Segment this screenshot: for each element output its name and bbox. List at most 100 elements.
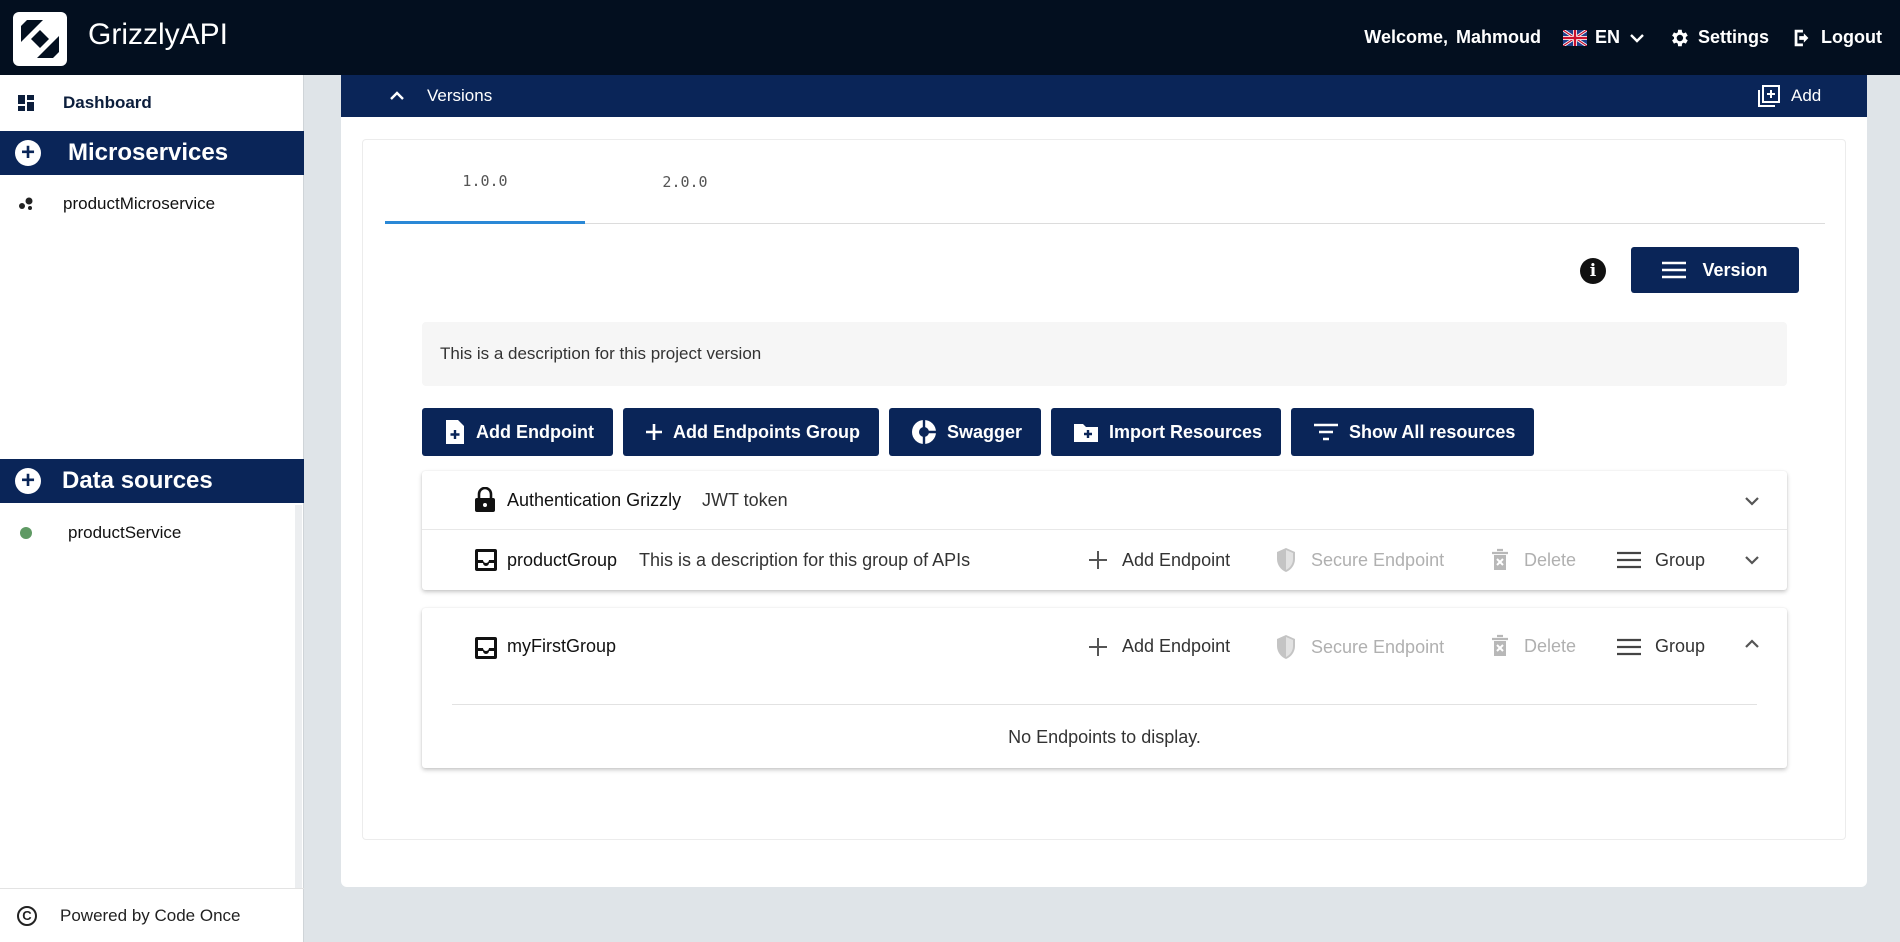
group-secure-endpoint-label: Secure Endpoint xyxy=(1311,549,1445,570)
group-secure-endpoint-button[interactable]: Secure Endpoint xyxy=(1275,547,1444,573)
delete-icon xyxy=(1492,634,1508,656)
sidebar-item-productservice[interactable]: productService xyxy=(0,515,304,551)
add-microservice-icon[interactable]: + xyxy=(15,140,41,166)
sidebar-item-label: productService xyxy=(68,523,182,542)
version-tabs: 1.0.0 2.0.0 xyxy=(385,140,1825,224)
import-resources-button[interactable]: Import Resources xyxy=(1050,408,1282,456)
lock-icon xyxy=(475,487,495,512)
library-add-icon xyxy=(1758,85,1780,107)
app-title: GrizzlyAPI xyxy=(88,18,229,51)
auth-and-group-panel: Authentication Grizzly JWT token product… xyxy=(422,471,1787,590)
logout-button[interactable]: Logout xyxy=(1791,27,1882,49)
version-menu-button[interactable]: Version xyxy=(1631,247,1799,293)
datasources-header[interactable]: + Data sources xyxy=(0,459,304,503)
auth-type: JWT token xyxy=(702,489,788,510)
uk-flag-icon xyxy=(1562,29,1587,46)
sidebar-item-label: Dashboard xyxy=(63,93,152,112)
datasources-header-label: Data sources xyxy=(62,467,213,494)
microservices-header-label: Microservices xyxy=(68,139,229,166)
group-name: productGroup xyxy=(507,549,618,570)
auth-name: Authentication Grizzly xyxy=(507,489,682,510)
versions-card: Versions Add 1.0.0 2.0.0 i Version This … xyxy=(341,75,1867,887)
sidebar: Dashboard + Microservices productMicrose… xyxy=(0,75,304,942)
group-secure-endpoint-label: Secure Endpoint xyxy=(1311,636,1445,657)
gear-icon xyxy=(1672,29,1688,46)
version-description: This is a description for this project v… xyxy=(422,322,1787,386)
group-menu-button[interactable]: Group xyxy=(1617,636,1705,657)
tab-version-1-0-0[interactable]: 1.0.0 xyxy=(385,140,585,224)
add-endpoint-button[interactable]: Add Endpoint xyxy=(422,408,613,456)
note-add-icon xyxy=(446,420,464,444)
sidebar-scrollbar[interactable] xyxy=(295,505,302,888)
sidebar-footer: C Powered by Code Once xyxy=(0,888,304,942)
group-delete-button[interactable]: Delete xyxy=(1490,548,1576,572)
chevron-up-icon[interactable] xyxy=(1742,634,1762,654)
group-delete-label: Delete xyxy=(1524,549,1577,570)
info-icon[interactable]: i xyxy=(1580,258,1606,284)
import-resources-label: Import Resources xyxy=(1108,421,1263,442)
user-name: Mahmoud xyxy=(1455,27,1541,47)
logout-icon xyxy=(1794,29,1809,46)
group-menu-label: Group xyxy=(1655,636,1706,656)
status-dot-icon xyxy=(20,527,32,539)
settings-label: Settings xyxy=(1698,27,1770,47)
group-row-myfirstgroup[interactable]: myFirstGroup Add Endpoint Secure Endpoin… xyxy=(422,608,1787,688)
powered-by-text: Powered by Code Once xyxy=(60,905,241,925)
action-toolbar: Add Endpoint Add Endpoints Group Swagger… xyxy=(422,408,1535,456)
version-button-label: Version xyxy=(1702,259,1768,280)
shield-icon xyxy=(1277,635,1295,659)
sidebar-item-productmicroservice[interactable]: productMicroservice xyxy=(0,186,304,222)
group-add-endpoint-label: Add Endpoint xyxy=(1122,636,1231,656)
tab-version-2-0-0[interactable]: 2.0.0 xyxy=(585,140,785,224)
menu-icon xyxy=(1617,551,1641,569)
divider xyxy=(452,704,1757,705)
group-description: This is a description for this group of … xyxy=(639,549,971,570)
sidebar-item-dashboard[interactable]: Dashboard xyxy=(0,75,304,131)
group-delete-label: Delete xyxy=(1524,635,1577,656)
microservices-header[interactable]: + Microservices xyxy=(0,131,304,175)
group-menu-button[interactable]: Group xyxy=(1617,550,1705,571)
group-add-endpoint-button[interactable]: Add Endpoint xyxy=(1088,550,1230,571)
create-folder-icon xyxy=(1073,424,1098,442)
group-menu-label: Group xyxy=(1655,549,1706,570)
chevron-down-icon xyxy=(1630,33,1644,43)
group-name: myFirstGroup xyxy=(507,636,617,656)
chevron-down-icon[interactable] xyxy=(1742,491,1762,511)
sidebar-item-label: productMicroservice xyxy=(63,194,216,213)
add-datasource-icon[interactable]: + xyxy=(15,468,41,494)
versions-header[interactable]: Versions Add xyxy=(341,75,1867,117)
add-endpoints-group-button[interactable]: Add Endpoints Group xyxy=(622,408,879,456)
welcome-text: Welcome, Mahmoud xyxy=(1364,27,1541,48)
group-row-productgroup[interactable]: productGroup This is a description for t… xyxy=(422,530,1787,590)
authentication-row[interactable]: Authentication Grizzly JWT token xyxy=(422,471,1787,530)
empty-endpoints-message: No Endpoints to display. xyxy=(1008,727,1201,747)
show-all-resources-label: Show All resources xyxy=(1349,421,1516,442)
add-version-button[interactable]: Add xyxy=(1757,84,1821,108)
group-secure-endpoint-button[interactable]: Secure Endpoint xyxy=(1275,634,1444,660)
language-selector[interactable]: EN xyxy=(1562,27,1646,48)
settings-button[interactable]: Settings xyxy=(1668,27,1769,49)
inbox-icon xyxy=(475,637,497,659)
group-panel-myfirstgroup: myFirstGroup Add Endpoint Secure Endpoin… xyxy=(422,608,1787,768)
swagger-icon xyxy=(911,420,936,444)
delete-icon xyxy=(1492,548,1508,570)
menu-icon xyxy=(1617,638,1641,655)
group-delete-button[interactable]: Delete xyxy=(1490,634,1576,658)
group-add-endpoint-button[interactable]: Add Endpoint xyxy=(1088,636,1230,657)
copyright-icon: C xyxy=(17,905,37,926)
top-bar: GrizzlyAPI Welcome, Mahmoud EN Settings xyxy=(0,0,1900,75)
swagger-label: Swagger xyxy=(946,421,1022,442)
versions-title: Versions xyxy=(427,86,493,105)
add-version-label: Add xyxy=(1791,86,1822,105)
inbox-icon xyxy=(475,549,497,571)
chevron-up-icon[interactable] xyxy=(389,88,405,104)
filter-list-icon xyxy=(1314,423,1339,441)
swagger-button[interactable]: Swagger xyxy=(888,408,1041,456)
show-all-resources-button[interactable]: Show All resources xyxy=(1291,408,1535,456)
grizzly-logo-icon[interactable] xyxy=(13,12,67,66)
chevron-down-icon[interactable] xyxy=(1742,550,1762,570)
plus-icon xyxy=(1089,637,1107,656)
language-label: EN xyxy=(1594,27,1620,47)
add-endpoints-group-label: Add Endpoints Group xyxy=(672,421,860,442)
logout-label: Logout xyxy=(1821,27,1882,47)
